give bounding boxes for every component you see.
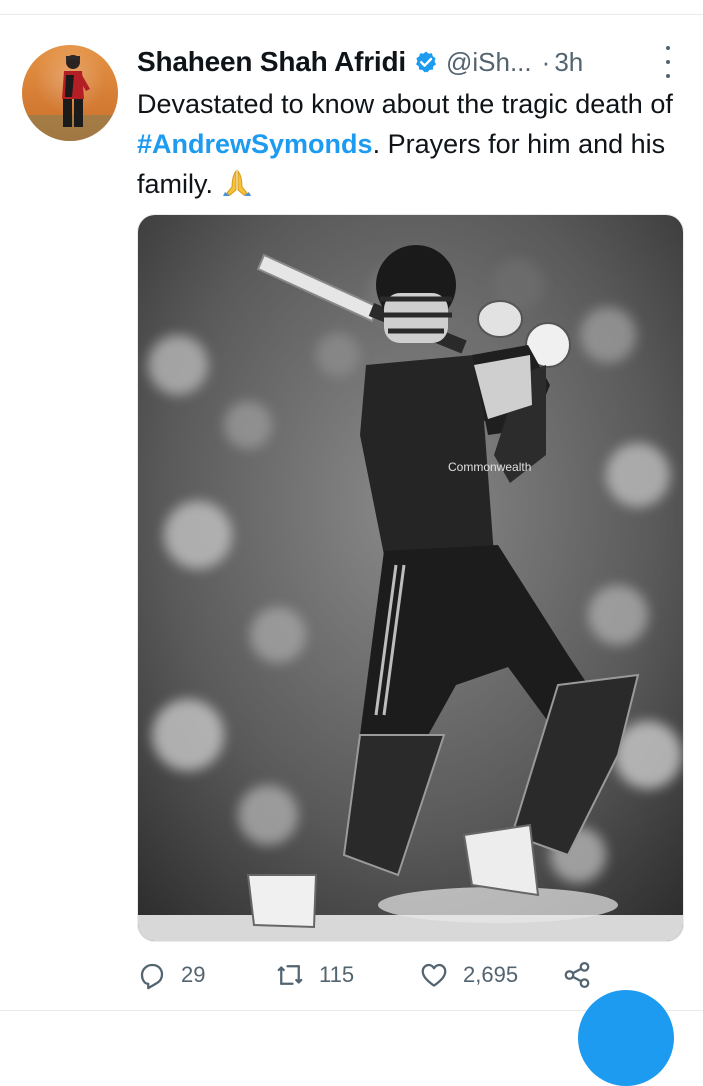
compose-tweet-button[interactable] bbox=[578, 990, 674, 1086]
tweet-header: Shaheen Shah Afridi @iSh... · 3h bbox=[137, 42, 677, 82]
separator-dot: · bbox=[541, 46, 551, 77]
avatar-image bbox=[22, 55, 118, 141]
display-name[interactable]: Shaheen Shah Afridi bbox=[137, 46, 406, 78]
reply-icon bbox=[140, 963, 164, 990]
verified-badge-icon bbox=[414, 50, 438, 74]
more-icon[interactable] bbox=[663, 46, 673, 78]
cricketer-photo: Commonwealth bbox=[138, 215, 683, 941]
timestamp[interactable]: 3h bbox=[554, 47, 583, 78]
reply-count: 29 bbox=[181, 962, 206, 987]
avatar[interactable] bbox=[22, 45, 118, 141]
tweet-actions: 29 115 2,695 bbox=[137, 955, 677, 995]
tweet-text-part1: Devastated to know about the tragic deat… bbox=[137, 89, 673, 119]
jersey-text: Commonwealth bbox=[448, 460, 531, 474]
retweet-count: 115 bbox=[319, 962, 355, 987]
folded-hands-icon bbox=[221, 168, 253, 196]
tweet-text: Devastated to know about the tragic deat… bbox=[137, 84, 677, 204]
heart-icon bbox=[421, 963, 447, 987]
hashtag-link[interactable]: #AndrewSymonds bbox=[137, 129, 373, 159]
top-divider bbox=[0, 14, 703, 15]
like-button[interactable]: 2,695 bbox=[419, 955, 518, 995]
share-button[interactable] bbox=[562, 955, 592, 995]
share-icon bbox=[564, 962, 590, 988]
like-count: 2,695 bbox=[463, 962, 519, 987]
retweet-icon bbox=[277, 965, 303, 985]
tweet-image[interactable]: Commonwealth bbox=[137, 214, 684, 942]
reply-button[interactable]: 29 bbox=[137, 955, 205, 995]
handle[interactable]: @iSh... bbox=[446, 47, 532, 78]
retweet-button[interactable]: 115 bbox=[275, 955, 354, 995]
